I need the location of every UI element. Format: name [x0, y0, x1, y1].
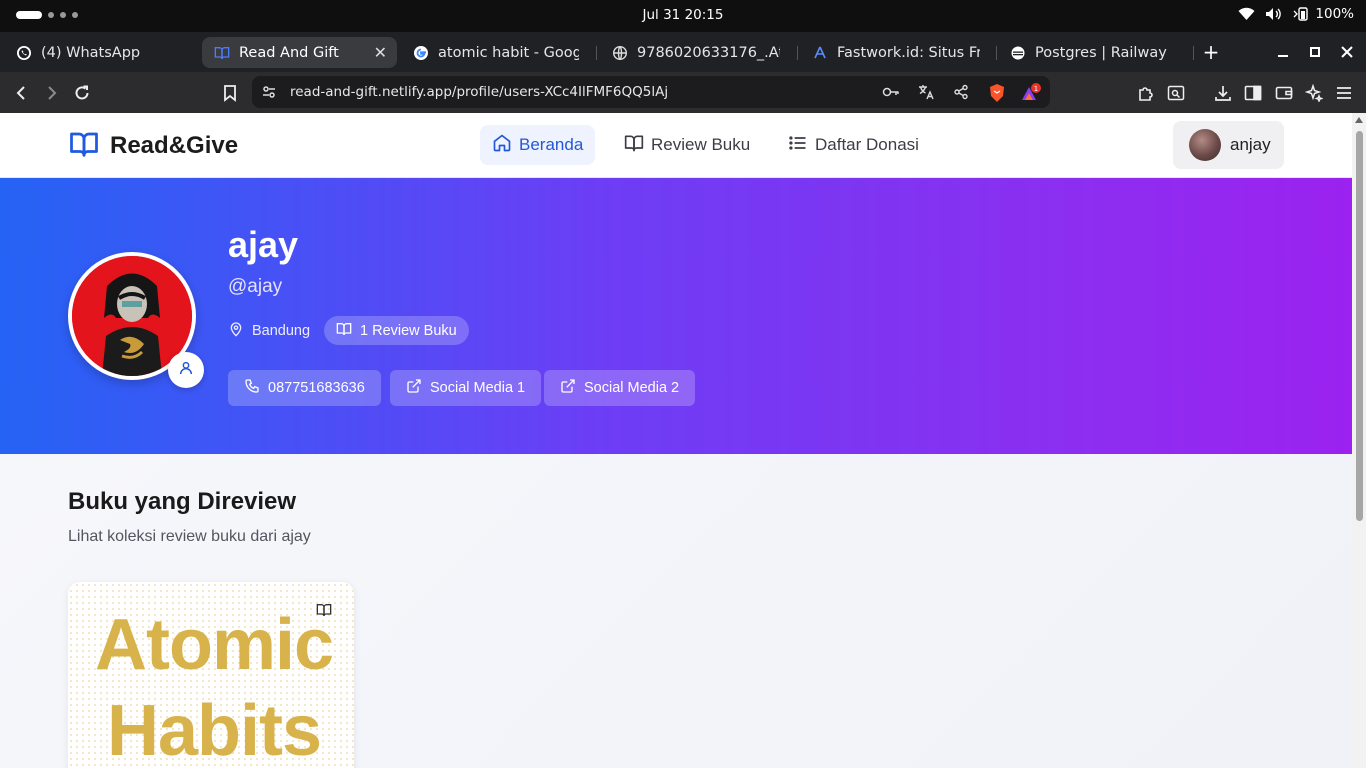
- brave-rewards-icon[interactable]: 1: [1019, 81, 1043, 105]
- translate-icon[interactable]: [917, 83, 935, 101]
- user-menu-button[interactable]: anjay: [1173, 121, 1284, 169]
- profile-hero: ajay @ajay Bandung 1 Review Buku 0877516…: [0, 178, 1352, 454]
- sidebar-toggle-icon[interactable]: [1241, 81, 1265, 105]
- map-pin-icon: [228, 321, 244, 341]
- address-bar[interactable]: read-and-gift.netlify.app/profile/users-…: [252, 76, 1050, 108]
- globe-icon: [612, 45, 628, 61]
- brand-name: Read&Give: [110, 132, 239, 159]
- scroll-thumb[interactable]: [1356, 131, 1363, 521]
- book-open-icon: [214, 45, 230, 61]
- whatsapp-icon: [16, 45, 32, 61]
- maximize-button[interactable]: [1303, 40, 1327, 64]
- list-icon: [788, 133, 808, 158]
- close-tab-icon[interactable]: ✕: [374, 43, 387, 62]
- close-window-button[interactable]: [1335, 40, 1359, 64]
- external-link-icon: [406, 378, 422, 398]
- location-text: Bandung: [252, 323, 311, 339]
- nav-label: Beranda: [519, 135, 584, 154]
- system-tray[interactable]: 100%: [1238, 6, 1354, 22]
- book-cover-title-line-2: Habits: [106, 691, 322, 768]
- book-cover-title-line-1: Atomic: [94, 605, 334, 685]
- profile-name: ajay: [228, 224, 299, 265]
- new-tab-button[interactable]: +: [1199, 40, 1223, 64]
- rewards-badge-count: 1: [1034, 85, 1038, 93]
- battery-percent: 100%: [1315, 6, 1354, 22]
- site-settings-icon[interactable]: [260, 83, 278, 101]
- wifi-icon: [1238, 7, 1255, 21]
- browser-tab-strip: (4) WhatsApp Read And Gift ✕ atomic habi…: [0, 32, 1366, 72]
- fastwork-icon: [812, 45, 828, 61]
- profile-handle: @ajay: [228, 276, 283, 297]
- book-cover-tagline: [98, 582, 328, 588]
- social-media-1-button[interactable]: Social Media 1: [390, 370, 542, 406]
- bookmark-icon[interactable]: [218, 81, 242, 105]
- external-link-icon: [560, 378, 576, 398]
- profile-badge: [168, 352, 204, 388]
- wallet-icon[interactable]: [1272, 81, 1296, 105]
- site-header: Read&Give Beranda Review Buku Daftar Don…: [0, 113, 1352, 178]
- section-title: Buku yang Direview: [68, 488, 297, 515]
- reload-button[interactable]: [70, 81, 94, 105]
- url-text: read-and-gift.netlify.app/profile/users-…: [290, 84, 669, 100]
- social-media-1-label: Social Media 1: [430, 380, 526, 396]
- volume-icon: [1265, 7, 1283, 21]
- reviewed-books-section: Buku yang Direview Lihat koleksi review …: [0, 454, 1352, 768]
- book-open-icon: [314, 600, 334, 620]
- brave-shields-icon[interactable]: [985, 81, 1009, 105]
- tab-read-and-gift[interactable]: Read And Gift ✕: [202, 37, 397, 68]
- review-count-badge: 1 Review Buku: [324, 316, 469, 345]
- browser-toolbar: read-and-gift.netlify.app/profile/users-…: [0, 72, 1366, 113]
- download-icon[interactable]: [1211, 81, 1235, 105]
- book-card[interactable]: Atomic Habits: [68, 582, 354, 768]
- social-media-2-button[interactable]: Social Media 2: [544, 370, 696, 406]
- review-count-text: 1 Review Buku: [360, 322, 457, 339]
- phone-number: 087751683636: [268, 380, 365, 396]
- nav-label: Review Buku: [651, 135, 751, 154]
- reader-mode-icon[interactable]: [1164, 81, 1188, 105]
- minimize-button[interactable]: [1271, 40, 1295, 64]
- page-scrollbar[interactable]: [1352, 113, 1366, 768]
- railway-icon: [1010, 45, 1026, 61]
- tab-fastwork[interactable]: Fastwork.id: Situs Free: [800, 37, 992, 68]
- avatar: [1189, 129, 1221, 161]
- nav-daftar-donasi[interactable]: Daftar Donasi: [776, 125, 931, 165]
- tab-railway[interactable]: Postgres | Railway: [998, 37, 1190, 68]
- nav-review-buku[interactable]: Review Buku: [612, 125, 762, 165]
- share-icon[interactable]: [952, 83, 970, 101]
- home-icon: [492, 133, 512, 158]
- phone-button[interactable]: 087751683636: [228, 370, 381, 406]
- os-top-bar: Jul 31 20:15 100%: [0, 0, 1366, 32]
- back-button[interactable]: [10, 81, 34, 105]
- tab-google-search[interactable]: atomic habit - Google: [401, 37, 591, 68]
- nav-beranda[interactable]: Beranda: [480, 125, 596, 165]
- forward-button[interactable]: [39, 81, 63, 105]
- profile-location: Bandung: [228, 321, 310, 341]
- book-open-icon: [624, 133, 644, 158]
- user-icon: [178, 360, 194, 380]
- battery-icon: [1293, 7, 1311, 21]
- section-subtitle: Lihat koleksi review buku dari ajay: [68, 528, 311, 545]
- tab-pdf-file[interactable]: 9786020633176_.Ato: [600, 37, 792, 68]
- user-name: anjay: [1230, 135, 1271, 154]
- system-clock[interactable]: Jul 31 20:15: [0, 7, 1366, 23]
- extensions-icon[interactable]: [1134, 81, 1158, 105]
- leo-ai-icon[interactable]: [1302, 81, 1326, 105]
- google-icon: [413, 45, 429, 61]
- site-logo[interactable]: Read&Give: [68, 129, 238, 163]
- book-open-icon: [68, 129, 100, 163]
- key-icon[interactable]: [882, 83, 900, 101]
- phone-icon: [244, 378, 260, 398]
- menu-icon[interactable]: [1332, 81, 1356, 105]
- social-media-2-label: Social Media 2: [584, 380, 680, 396]
- web-viewport: Read&Give Beranda Review Buku Daftar Don…: [0, 113, 1352, 768]
- nav-label: Daftar Donasi: [815, 135, 919, 154]
- book-open-icon: [336, 321, 352, 341]
- tab-whatsapp[interactable]: (4) WhatsApp: [4, 37, 194, 68]
- scroll-up-arrow-icon[interactable]: [1355, 117, 1363, 123]
